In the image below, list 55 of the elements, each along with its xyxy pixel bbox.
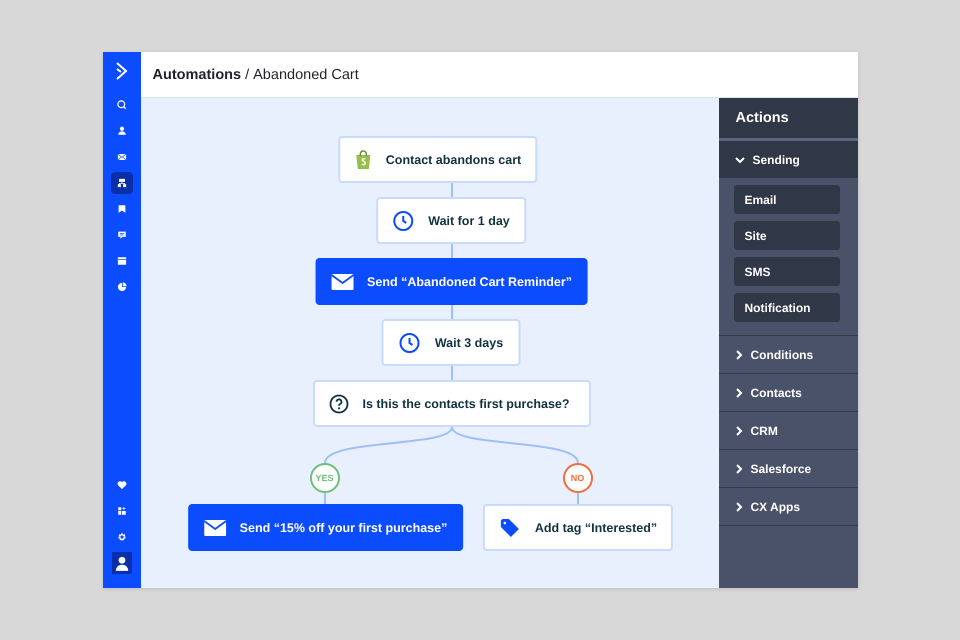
send-email-step[interactable]: Send “Abandoned Cart Reminder” — [315, 258, 588, 305]
panel-title: Actions — [718, 98, 858, 141]
clock-icon — [398, 332, 421, 354]
nav-item[interactable] — [110, 172, 132, 194]
action-item[interactable]: Email — [734, 185, 840, 214]
chevron-right-icon — [734, 388, 742, 398]
shopping-bag-icon — [354, 150, 372, 170]
envelope-icon — [116, 151, 128, 163]
accordion-header[interactable]: CX Apps — [718, 488, 858, 526]
breadcrumb-link[interactable]: Automations — [152, 66, 242, 82]
envelope-icon — [204, 520, 226, 536]
chevron-right-icon — [734, 350, 742, 360]
branch-badge: YES — [310, 463, 340, 493]
action-item[interactable]: Notification — [734, 293, 840, 322]
heart-icon — [116, 479, 128, 491]
accordion-header[interactable]: Contacts — [718, 374, 858, 412]
connector-line — [450, 305, 452, 319]
connector-line — [576, 493, 578, 504]
question-icon — [328, 394, 348, 414]
settings-icon — [116, 531, 128, 543]
accordion-header[interactable]: Conditions — [718, 336, 858, 374]
accordion-header[interactable]: Salesforce — [718, 450, 858, 488]
connector-line — [450, 366, 452, 380]
search-icon — [116, 99, 128, 111]
page-title: Abandoned Cart — [253, 66, 359, 82]
pie-chart-icon — [116, 281, 128, 293]
person-icon — [116, 125, 128, 137]
accordion-header[interactable]: CRM — [718, 412, 858, 450]
tag-icon — [498, 516, 521, 538]
chevron-right-icon — [734, 426, 742, 436]
send-email-step[interactable]: Send “15% off your first purchase” — [188, 504, 464, 551]
connector-line — [450, 183, 452, 197]
nav-item[interactable] — [112, 552, 132, 574]
clock-icon — [392, 210, 414, 232]
branch-badge: NO — [562, 463, 592, 493]
add-tag-step[interactable]: Add tag “Interested” — [482, 504, 674, 551]
flag-icon — [116, 203, 128, 215]
add-widget-icon — [116, 505, 128, 517]
condition-step[interactable]: Is this the contacts first purchase? — [312, 380, 590, 427]
wait-step[interactable]: Wait for 1 day — [376, 197, 526, 244]
action-item[interactable]: SMS — [734, 257, 840, 286]
flowchart-icon — [116, 177, 128, 189]
chevron-right-icon — [734, 464, 742, 474]
breadcrumb-separator: / — [245, 66, 250, 82]
trigger-node[interactable]: Contact abandons cart — [338, 136, 538, 183]
chat-bubble-icon — [116, 229, 128, 241]
accordion-header[interactable]: Sending — [718, 141, 858, 178]
action-item[interactable]: Site — [734, 221, 840, 250]
connector-line — [450, 244, 452, 258]
chevron-right-icon — [734, 502, 742, 512]
envelope-icon — [331, 274, 354, 290]
browser-window-icon — [116, 255, 128, 267]
chevron-down-icon — [734, 156, 744, 164]
wait-step[interactable]: Wait 3 days — [382, 319, 520, 366]
connector-line — [324, 493, 326, 504]
